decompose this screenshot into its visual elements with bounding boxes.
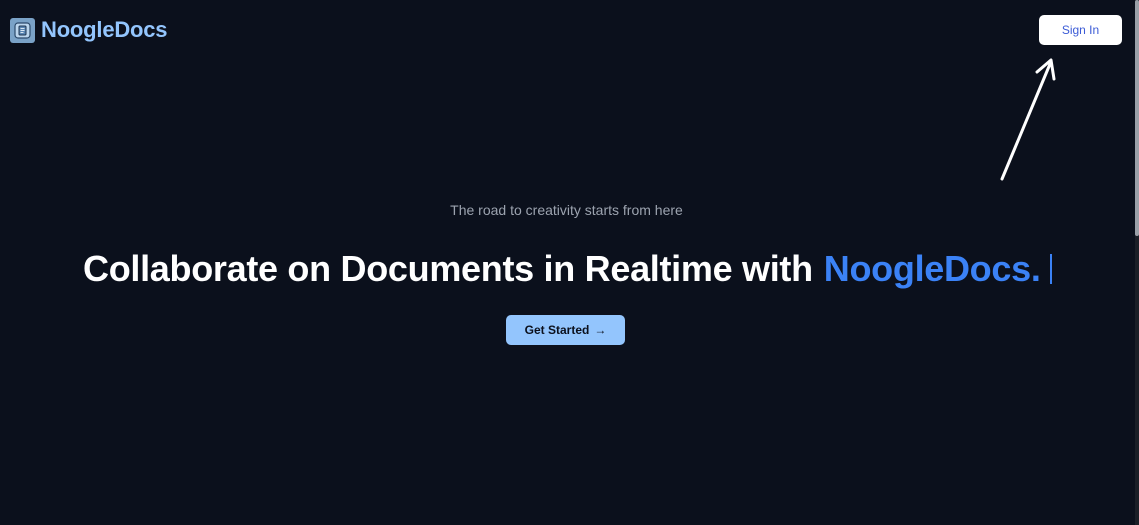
document-icon [10,17,35,43]
arrow-right-icon: → [594,323,607,337]
landing-page: NoogleDocs Sign In The road to creativit… [0,0,1139,525]
headline-text: Collaborate on Documents in Realtime wit… [83,248,813,289]
hero-tagline: The road to creativity starts from here [450,202,683,218]
brand-name: NoogleDocs [41,17,168,42]
typing-caret [1049,254,1052,284]
sign-in-button[interactable]: Sign In [1039,15,1122,45]
brand[interactable]: NoogleDocs [10,17,168,43]
get-started-label: Get Started [524,323,590,337]
annotation-arrow-icon [1000,58,1056,181]
headline-brand-text: NoogleDocs. [823,248,1041,289]
get-started-button[interactable]: Get Started → [506,315,625,345]
hero-headline: Collaborate on Documents in Realtime wit… [83,248,1052,290]
scrollbar[interactable] [1135,0,1139,525]
scrollbar-thumb[interactable] [1135,0,1139,236]
